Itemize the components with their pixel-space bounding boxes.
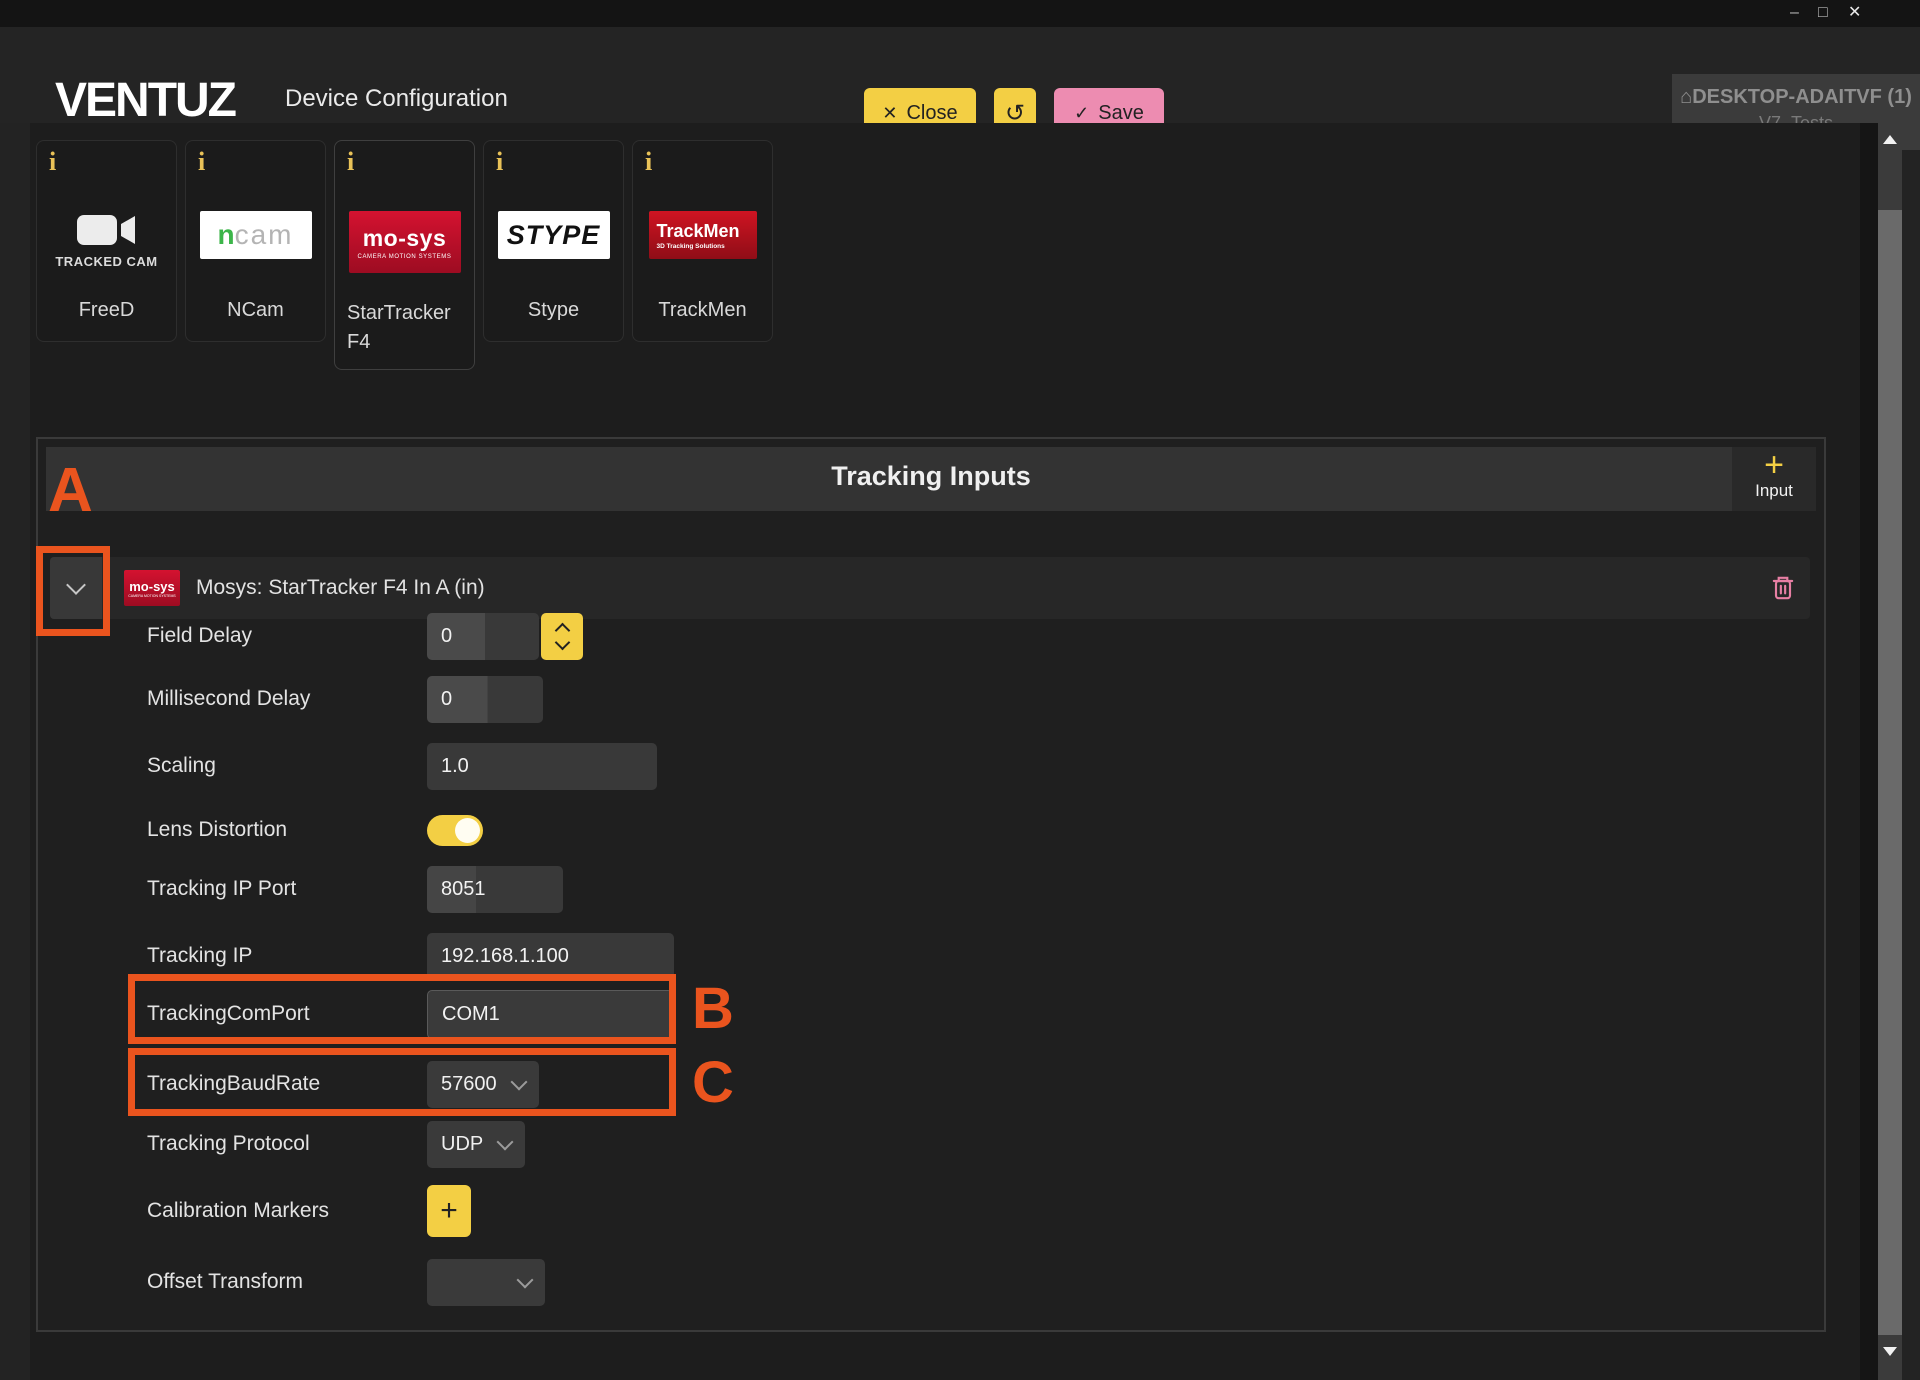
scroll-down-arrow-icon[interactable] (1883, 1347, 1897, 1356)
scaling-input[interactable] (427, 743, 657, 790)
field-row-lens-distortion: Lens Distortion (38, 806, 1824, 854)
chevron-down-icon (510, 1074, 527, 1091)
selected-value: UDP (427, 1133, 483, 1156)
spinner-down-icon (554, 634, 570, 650)
tracking-ip-input[interactable] (427, 933, 674, 980)
freed-logo: TRACKED CAM (37, 211, 176, 269)
selected-value: 57600 (427, 1073, 497, 1096)
offset-transform-select[interactable] (427, 1259, 545, 1306)
lens-distortion-toggle[interactable] (427, 815, 483, 846)
info-icon[interactable]: i (645, 147, 652, 177)
minimize-icon[interactable]: – (1790, 2, 1799, 24)
field-label: Lens Distortion (147, 818, 427, 842)
close-button-label: Close (906, 102, 957, 125)
field-label: Tracking IP Port (147, 877, 427, 901)
field-row-tracking-ip: Tracking IP (38, 932, 1824, 980)
info-icon[interactable]: i (496, 147, 503, 177)
device-card-label: StarTracker F4 (335, 299, 474, 357)
ventuz-logo: VENTUZ (55, 73, 235, 128)
field-label: Tracking Protocol (147, 1132, 427, 1156)
machine-name: DESKTOP-ADAITVF (1) (1692, 86, 1912, 108)
toggle-knob (455, 818, 480, 843)
info-icon[interactable]: i (198, 147, 205, 177)
tracking-inputs-panel: Tracking Inputs + Input mo-sys camera mo… (36, 437, 1826, 1332)
info-icon[interactable]: i (49, 147, 56, 177)
field-label: TrackingComPort (147, 1002, 427, 1026)
field-row-tracking-baud-rate: TrackingBaudRate 57600 (38, 1060, 1824, 1108)
tracking-inputs-header: Tracking Inputs + Input (46, 447, 1816, 511)
save-check-icon: ✓ (1074, 103, 1089, 124)
field-row-scaling: Scaling (38, 742, 1824, 790)
device-card-trackmen[interactable]: i TrackMen 3D Tracking Solutions TrackMe… (632, 140, 773, 342)
device-card-stype[interactable]: i STYPE Stype (483, 140, 624, 342)
field-row-calibration-markers: Calibration Markers + (38, 1187, 1824, 1235)
trackmen-logo: TrackMen 3D Tracking Solutions (633, 211, 772, 259)
device-card-freed[interactable]: i TRACKED CAM FreeD (36, 140, 177, 342)
tracking-protocol-select[interactable]: UDP (427, 1121, 525, 1168)
add-calibration-marker-button[interactable]: + (427, 1185, 471, 1237)
mosys-logo: mo-sys camera motion systems (335, 211, 474, 273)
field-label: Scaling (147, 754, 427, 778)
field-row-tracking-protocol: Tracking Protocol UDP (38, 1120, 1824, 1168)
chevron-down-icon (497, 1134, 514, 1151)
field-row-tracking-ip-port: Tracking IP Port (38, 865, 1824, 913)
tracking-com-port-input[interactable] (428, 991, 672, 1038)
device-card-label: Stype (484, 299, 623, 322)
tracking-inputs-title: Tracking Inputs (46, 461, 1816, 492)
close-window-icon[interactable]: ✕ (1848, 2, 1861, 24)
add-input-button[interactable]: + Input (1732, 447, 1816, 511)
device-card-label: FreeD (37, 299, 176, 322)
tracking-input-row-label: Mosys: StarTracker F4 In A (in) (196, 576, 1766, 600)
device-card-ncam[interactable]: i ncam NCam (185, 140, 326, 342)
add-input-label: Input (1732, 481, 1816, 501)
scroll-up-arrow-icon[interactable] (1883, 135, 1897, 144)
tracking-baud-rate-select[interactable]: 57600 (427, 1061, 539, 1108)
device-configuration-window: – □ ✕ VENTUZ Device Configuration 1_temp… (0, 0, 1920, 1380)
device-card-label: NCam (186, 299, 325, 322)
chevron-down-icon (66, 575, 86, 595)
field-row-field-delay: Field Delay (38, 612, 1824, 660)
field-label: Offset Transform (147, 1270, 427, 1294)
info-icon[interactable]: i (347, 147, 354, 177)
field-delay-input[interactable] (427, 613, 539, 660)
vertical-scrollbar[interactable] (1878, 123, 1902, 1380)
millisecond-delay-input[interactable] (427, 676, 543, 723)
stype-logo: STYPE (484, 211, 623, 259)
field-label: Millisecond Delay (147, 687, 427, 711)
field-delay-stepper[interactable] (541, 613, 583, 660)
home-icon: ⌂ (1680, 86, 1692, 108)
plus-icon: + (1732, 447, 1816, 483)
scrollbar-thumb[interactable] (1878, 210, 1902, 1335)
page-title: Device Configuration (285, 85, 508, 113)
mosys-row-logo: mo-sys camera motion systems (124, 570, 180, 606)
ncam-logo: ncam (186, 211, 325, 259)
field-row-offset-transform: Offset Transform (38, 1258, 1824, 1306)
field-row-millisecond-delay: Millisecond Delay (38, 675, 1824, 723)
camera-icon (75, 211, 139, 249)
chevron-down-icon (517, 1272, 534, 1289)
field-row-tracking-com-port: TrackingComPort (38, 990, 1824, 1038)
device-card-label: TrackMen (633, 299, 772, 322)
close-x-icon: ✕ (882, 103, 897, 124)
trash-icon (1770, 574, 1796, 602)
header: VENTUZ Device Configuration 1_temp ✕ Clo… (0, 27, 1920, 123)
delete-input-button[interactable] (1766, 571, 1800, 605)
field-label: Field Delay (147, 624, 427, 648)
tracking-input-row: mo-sys camera motion systems Mosys: Star… (50, 557, 1810, 619)
content-edge (1860, 123, 1878, 1380)
collapse-expander-button[interactable] (50, 557, 102, 619)
field-label: TrackingBaudRate (147, 1072, 427, 1096)
field-label: Tracking IP (147, 944, 427, 968)
tracking-ip-port-input[interactable] (427, 866, 563, 913)
save-button-label: Save (1098, 102, 1144, 125)
freed-logo-caption: TRACKED CAM (55, 254, 157, 269)
maximize-icon[interactable]: □ (1818, 2, 1828, 24)
field-label: Calibration Markers (147, 1199, 427, 1223)
device-card-startracker-f4[interactable]: i mo-sys camera motion systems StarTrack… (334, 140, 475, 370)
window-titlebar: – □ ✕ (0, 0, 1920, 27)
